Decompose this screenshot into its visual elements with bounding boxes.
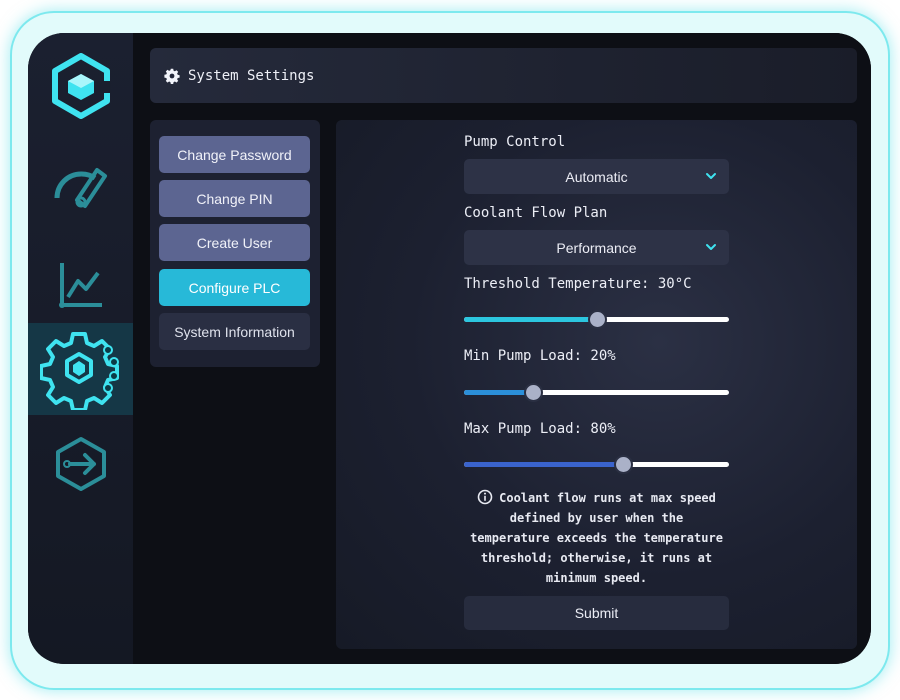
logout-arrow-icon [55,437,106,491]
info-text: minimum speed. [545,571,648,585]
sidebar-item-analytics[interactable] [28,247,133,323]
gear-icon [164,68,180,84]
pump-control-select[interactable]: Automatic [464,159,729,194]
sidebar-rail [28,33,133,664]
info-text: Coolant flow runs at max speed [499,491,716,505]
submit-button[interactable]: Submit [464,596,729,630]
max-pump-load-slider[interactable] [464,455,729,474]
change-password-button[interactable]: Change Password [159,136,310,173]
threshold-label: Threshold Temperature: 30°C [464,276,692,292]
min-pump-load-slider[interactable] [464,383,729,402]
configure-plc-button[interactable]: Configure PLC [159,269,310,306]
min-pump-load-label: Min Pump Load: 20% [464,348,616,364]
info-icon [477,489,493,505]
settings-gear-icon [39,332,119,410]
create-user-button[interactable]: Create User [159,224,310,261]
min-pump-load-slider-fill [464,390,533,395]
pump-control-value: Automatic [565,168,628,185]
settings-menu: Change Password Change PIN Create User C… [150,120,320,367]
system-information-button[interactable]: System Information [159,313,310,350]
change-pin-button[interactable]: Change PIN [159,180,310,217]
header-bar: System Settings [150,48,857,103]
max-pump-load-slider-fill [464,462,623,467]
info-text: threshold; otherwise, it runs at [480,551,713,565]
plc-config-panel: Pump Control Automatic Coolant Flow Plan… [336,120,857,649]
main-area: System Settings Change Password Change P… [133,33,871,664]
info-text: defined by user when the [509,511,684,525]
coolant-flow-select[interactable]: Performance [464,230,729,265]
sidebar-item-settings[interactable] [28,323,133,415]
threshold-slider-thumb[interactable] [587,310,607,329]
page-title: System Settings [188,67,315,84]
gauge-icon [54,168,107,208]
info-text: temperature exceeds the temperature [470,531,723,545]
chevron-down-icon [706,244,716,250]
min-pump-load-slider-thumb[interactable] [523,383,543,402]
cube-logo-icon [51,53,111,119]
line-chart-icon [58,263,102,308]
pump-control-label: Pump Control [464,134,566,150]
max-pump-load-label: Max Pump Load: 80% [464,421,616,437]
chevron-down-icon [706,173,716,179]
logo [28,51,133,121]
coolant-flow-label: Coolant Flow Plan [464,205,608,221]
device-screen: System Settings Change Password Change P… [28,33,871,664]
coolant-flow-value: Performance [556,239,637,256]
threshold-slider[interactable] [464,310,729,329]
sidebar-item-dashboard[interactable] [28,153,133,225]
info-note: Coolant flow runs at max speed defined b… [456,488,737,588]
sidebar-item-logout[interactable] [28,428,133,500]
info-line-1: Coolant flow runs at max speed [456,488,737,508]
threshold-slider-fill [464,317,597,322]
max-pump-load-slider-thumb[interactable] [614,455,633,474]
